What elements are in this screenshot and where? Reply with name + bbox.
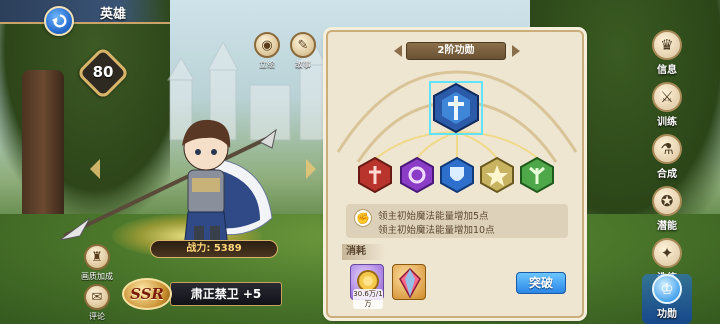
wisdom-medal-icon[interactable]	[478, 156, 516, 194]
nature-medal-icon[interactable]	[518, 156, 556, 194]
effect-list: ✊ 领主初始魔法能量增加5点 领主初始魔法能量增加10点	[346, 204, 568, 238]
strength-medal-icon[interactable]	[356, 156, 394, 194]
merit-panel: 2阶功勋 ✊ 领主初始魔法能量增加5点 领主初始魔法能量增加10点 消耗 30.…	[326, 30, 584, 318]
tab-training-label: 训练	[657, 117, 677, 128]
comment-icon: ✉	[84, 284, 110, 310]
cost-item-coin[interactable]: 30.6万/1万	[350, 264, 384, 309]
defense-medal-icon[interactable]	[438, 156, 476, 194]
rank-title: 2阶功勋	[406, 42, 506, 60]
refine-icon: ✦	[652, 238, 682, 268]
rank-next-arrow-icon[interactable]	[512, 45, 520, 57]
cost-label: 消耗	[342, 244, 386, 260]
tab-training[interactable]: ⚔ 训练	[642, 82, 692, 134]
effect-line-1: 领主初始魔法能量增加5点	[378, 211, 489, 222]
cost-item-crystal[interactable]	[392, 264, 426, 300]
story-button[interactable]: ✎ 故事	[286, 32, 320, 70]
tab-merge-label: 合成	[657, 169, 677, 180]
portrait-button[interactable]: ◉ 立绘	[250, 32, 284, 70]
potential-icon: ✪	[652, 186, 682, 216]
fist-icon: ✊	[354, 209, 372, 227]
portrait-label: 立绘	[259, 60, 275, 69]
tab-potential[interactable]: ✪ 潜能	[642, 186, 692, 238]
merit-icon: ♔	[652, 274, 682, 304]
hero-name: 肃正禁卫 +5	[170, 282, 282, 306]
combat-power: 战力: 5389	[150, 240, 278, 258]
bonus-label: 画质加成	[81, 272, 113, 281]
back-button[interactable]	[44, 6, 74, 36]
hero-level: 80	[92, 63, 114, 81]
rank-prev-arrow-icon[interactable]	[394, 45, 402, 57]
comment-label: 评论	[89, 312, 105, 321]
page-title: 英雄	[100, 7, 127, 22]
magic-medal-icon[interactable]	[398, 156, 436, 194]
top-bar	[0, 0, 170, 24]
hero-character[interactable]	[60, 108, 310, 258]
breakthrough-button[interactable]: 突破	[516, 272, 566, 294]
training-icon: ⚔	[652, 82, 682, 112]
tab-info-label: 信息	[657, 65, 677, 76]
cost-count-coin: 30.6万/1万	[353, 289, 383, 309]
tab-merit-label: 功勋	[657, 309, 677, 320]
tab-info[interactable]: ♛ 信息	[642, 30, 692, 82]
story-label: 故事	[295, 60, 311, 69]
tab-merge[interactable]: ⚗ 合成	[642, 134, 692, 186]
crystal-icon	[399, 267, 421, 299]
info-icon: ♛	[652, 30, 682, 60]
tab-merit[interactable]: ♔ 功勋	[642, 274, 692, 324]
merge-icon: ⚗	[652, 134, 682, 164]
merit-medal-icon[interactable]	[428, 80, 484, 136]
portrait-icon: ◉	[254, 32, 280, 58]
effect-line-2: 领主初始魔法能量增加10点	[378, 225, 495, 236]
comment-button[interactable]: ✉ 评论	[80, 284, 114, 322]
rarity-badge: SSR	[122, 278, 172, 310]
tab-potential-label: 潜能	[657, 221, 677, 232]
book-icon: ✎	[290, 32, 316, 58]
back-arrow-icon	[51, 14, 67, 28]
